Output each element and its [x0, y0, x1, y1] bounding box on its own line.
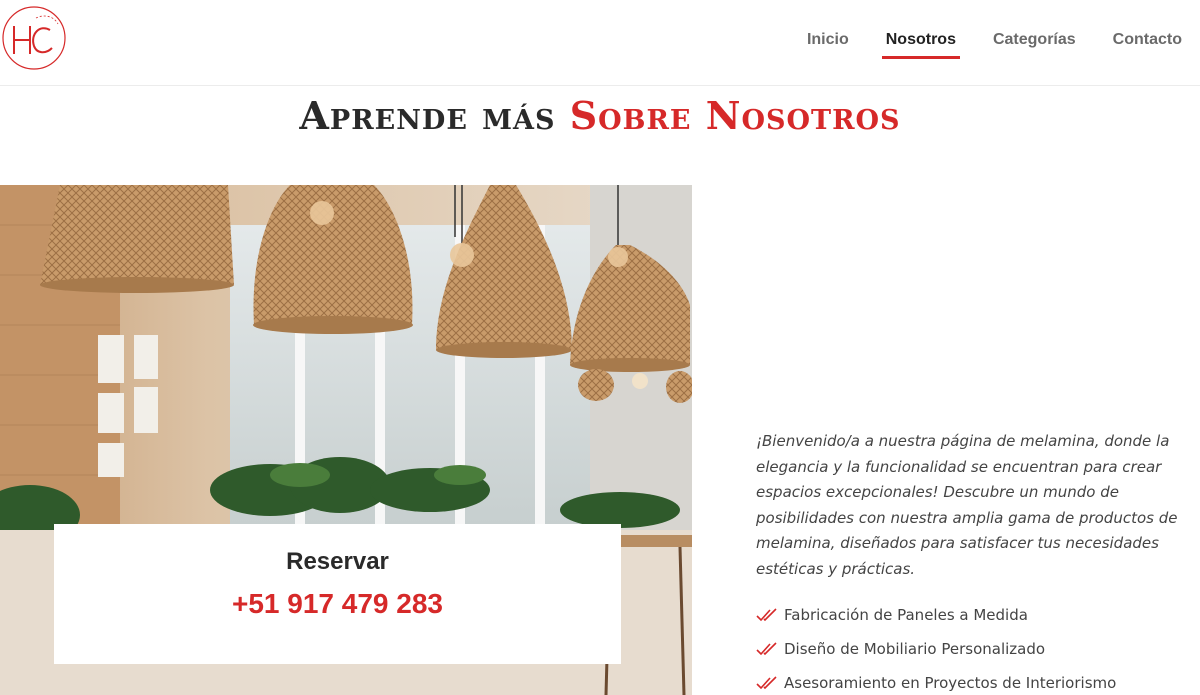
site-header: Inicio Nosotros Categorías Contacto [0, 0, 1200, 86]
feature-list: Fabricación de Paneles a Medida Diseño d… [756, 598, 1196, 695]
double-check-icon [756, 642, 777, 656]
feature-label: Asesoramiento en Proyectos de Interioris… [784, 674, 1117, 692]
list-item: Diseño de Mobiliario Personalizado [756, 632, 1196, 666]
feature-label: Diseño de Mobiliario Personalizado [784, 640, 1046, 658]
booking-phone-link[interactable]: +51 917 479 283 [54, 588, 621, 620]
booking-title: Reservar [286, 548, 389, 575]
nav-item-nosotros[interactable]: Nosotros [881, 0, 961, 62]
section-title: Aprende más Sobre Nosotros [0, 92, 1200, 140]
nav-item-inicio[interactable]: Inicio [807, 0, 849, 62]
booking-card: Reservar +51 917 479 283 [54, 524, 621, 664]
logo-emblem-icon [2, 6, 66, 70]
about-intro-text: ¡Bienvenido/a a nuestra página de melami… [756, 432, 1178, 578]
list-item: Asesoramiento en Proyectos de Interioris… [756, 666, 1196, 695]
nav-item-contacto[interactable]: Contacto [1113, 0, 1182, 62]
double-check-icon [756, 676, 777, 690]
feature-label: Fabricación de Paneles a Medida [784, 606, 1028, 624]
main-nav: Inicio Nosotros Categorías Contacto [770, 0, 1182, 80]
section-title-red: Sobre Nosotros [569, 93, 901, 138]
nav-item-categorias[interactable]: Categorías [993, 0, 1076, 62]
double-check-icon [756, 608, 777, 622]
section-title-dark: Aprende más [299, 93, 556, 138]
list-item: Fabricación de Paneles a Medida [756, 598, 1196, 632]
site-logo[interactable] [0, 4, 68, 72]
